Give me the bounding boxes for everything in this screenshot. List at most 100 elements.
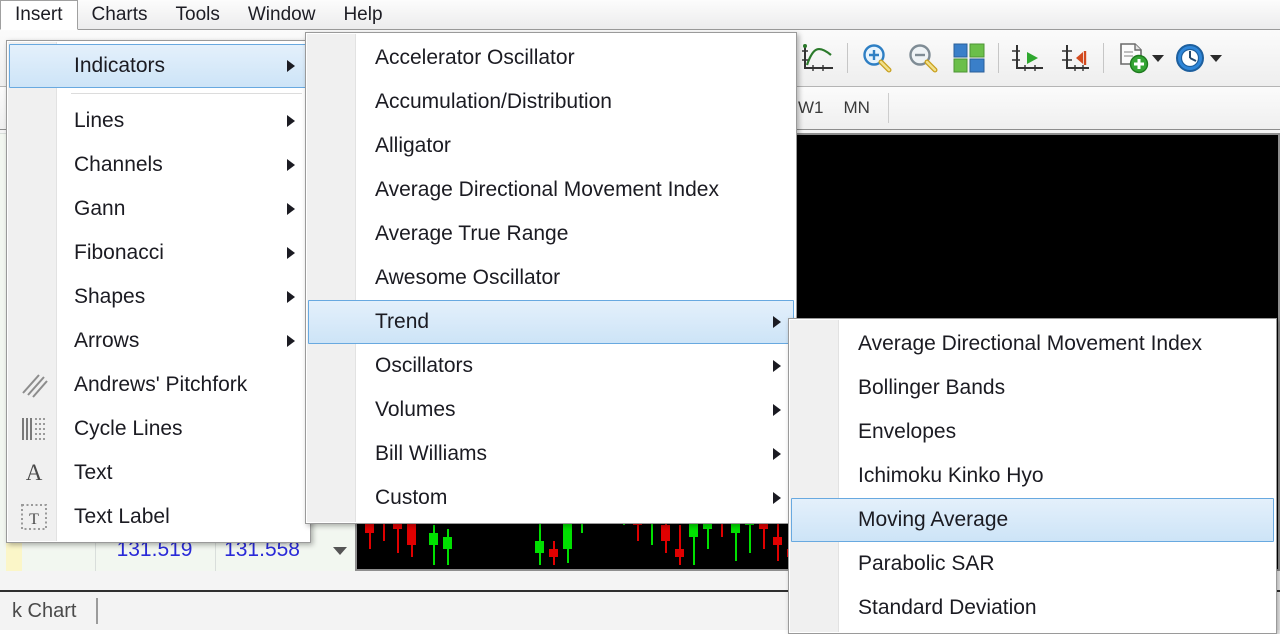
menu-indicators[interactable]: Accelerator Oscillator Accumulation/Distr… bbox=[305, 32, 797, 524]
menu-item-label: Gann bbox=[74, 197, 126, 220]
menu-item-label: Bill Williams bbox=[375, 442, 487, 465]
indicators-item-volumes[interactable]: Volumes bbox=[308, 388, 794, 432]
line-chart-icon[interactable] bbox=[795, 35, 841, 81]
submenu-arrow-icon bbox=[287, 203, 295, 215]
menu-bar: Insert Charts Tools Window Help bbox=[0, 0, 1280, 30]
chart-shift-icon[interactable] bbox=[1051, 35, 1097, 81]
status-separator bbox=[96, 598, 99, 624]
candle-body bbox=[535, 541, 544, 553]
period-dropdown-caret-icon[interactable] bbox=[1210, 54, 1222, 62]
indicators-item-trend[interactable]: Trend bbox=[308, 300, 794, 344]
candle-body bbox=[549, 549, 558, 557]
trend-item-ichimoku-kinko-hyo[interactable]: Ichimoku Kinko Hyo bbox=[791, 454, 1274, 498]
menu-item-label: Average True Range bbox=[375, 222, 569, 245]
submenu-arrow-icon bbox=[287, 60, 295, 72]
menu-item-label: Awesome Oscillator bbox=[375, 266, 561, 289]
menu-item-label: Envelopes bbox=[858, 420, 957, 443]
menu-separator bbox=[71, 93, 302, 94]
insert-item-gann[interactable]: Gann bbox=[9, 187, 308, 231]
toolbar-separator bbox=[847, 43, 848, 73]
menu-item-label: Lines bbox=[74, 109, 125, 132]
insert-item-cycle-lines[interactable]: Cycle Lines bbox=[9, 407, 308, 451]
timeframe-separator bbox=[887, 93, 889, 123]
submenu-arrow-icon bbox=[773, 448, 781, 460]
template-dropdown-caret-icon[interactable] bbox=[1152, 54, 1164, 62]
timeframe-mn[interactable]: MN bbox=[834, 93, 880, 123]
menu-item-label: Cycle Lines bbox=[74, 417, 183, 440]
market-watch-scroll-down-icon[interactable] bbox=[333, 547, 347, 555]
tile-windows-icon[interactable] bbox=[946, 35, 992, 81]
indicators-item-alligator[interactable]: Alligator bbox=[308, 124, 794, 168]
auto-scroll-icon[interactable] bbox=[1005, 35, 1051, 81]
menubar-item-label: Tools bbox=[175, 4, 220, 25]
insert-item-lines[interactable]: Lines bbox=[9, 99, 308, 143]
menubar-item-label: Insert bbox=[15, 4, 63, 25]
insert-item-shapes[interactable]: Shapes bbox=[9, 275, 308, 319]
submenu-arrow-icon bbox=[773, 404, 781, 416]
indicators-item-oscillators[interactable]: Oscillators bbox=[308, 344, 794, 388]
candle-wick bbox=[432, 525, 435, 565]
text-a-icon: A bbox=[25, 460, 43, 485]
menu-item-label: Arrows bbox=[74, 329, 140, 352]
trend-item-parabolic-sar[interactable]: Parabolic SAR bbox=[791, 542, 1274, 586]
candle-wick bbox=[678, 525, 681, 565]
menu-item-label: Average Directional Movement Index bbox=[375, 178, 719, 201]
menubar-item-help[interactable]: Help bbox=[329, 0, 396, 30]
menu-item-label: Trend bbox=[375, 310, 430, 333]
application-root: Insert Charts Tools Window Help W1 MN 13… bbox=[0, 0, 1280, 634]
toolbar-separator bbox=[1103, 43, 1104, 73]
trend-item-bollinger-bands[interactable]: Bollinger Bands bbox=[791, 366, 1274, 410]
menu-item-label: Channels bbox=[74, 153, 163, 176]
menu-item-label: Andrews' Pitchfork bbox=[74, 373, 248, 396]
menu-item-label: Ichimoku Kinko Hyo bbox=[858, 464, 1044, 487]
indicators-item-average-directional-movement-index[interactable]: Average Directional Movement Index bbox=[308, 168, 794, 212]
submenu-arrow-icon bbox=[287, 335, 295, 347]
menu-item-label: Accumulation/Distribution bbox=[375, 90, 612, 113]
menubar-item-charts[interactable]: Charts bbox=[78, 0, 162, 30]
insert-item-channels[interactable]: Channels bbox=[9, 143, 308, 187]
menu-item-label: Custom bbox=[375, 486, 448, 509]
insert-item-andrews-pitchfork[interactable]: Andrews' Pitchfork bbox=[9, 363, 308, 407]
menubar-item-tools[interactable]: Tools bbox=[162, 0, 234, 30]
candle-body bbox=[429, 533, 438, 545]
menu-item-label: Fibonacci bbox=[74, 241, 164, 264]
text-label-icon: T bbox=[18, 501, 50, 533]
indicators-item-bill-williams[interactable]: Bill Williams bbox=[308, 432, 794, 476]
indicators-item-accumulation-distribution[interactable]: Accumulation/Distribution bbox=[308, 80, 794, 124]
period-clock-icon[interactable] bbox=[1168, 35, 1214, 81]
menu-item-label: Text bbox=[74, 461, 113, 484]
trend-item-average-directional-movement-index[interactable]: Average Directional Movement Index bbox=[791, 322, 1274, 366]
menu-item-label: Moving Average bbox=[858, 508, 1009, 531]
submenu-arrow-icon bbox=[287, 291, 295, 303]
menu-item-label: Average Directional Movement Index bbox=[858, 332, 1202, 355]
menu-trend[interactable]: Average Directional Movement Index Bollin… bbox=[788, 318, 1277, 634]
trend-item-envelopes[interactable]: Envelopes bbox=[791, 410, 1274, 454]
insert-item-text[interactable]: A Text bbox=[9, 451, 308, 495]
submenu-arrow-icon bbox=[287, 159, 295, 171]
indicators-item-average-true-range[interactable]: Average True Range bbox=[308, 212, 794, 256]
menu-item-label: Text Label bbox=[74, 505, 170, 528]
new-template-icon[interactable] bbox=[1110, 35, 1156, 81]
tab-tick-chart[interactable]: k Chart bbox=[0, 592, 88, 630]
trend-item-standard-deviation[interactable]: Standard Deviation bbox=[791, 586, 1274, 630]
submenu-arrow-icon bbox=[773, 360, 781, 372]
indicators-item-accelerator-oscillator[interactable]: Accelerator Oscillator bbox=[308, 36, 794, 80]
insert-item-fibonacci[interactable]: Fibonacci bbox=[9, 231, 308, 275]
candle-body bbox=[773, 537, 782, 545]
indicators-item-custom[interactable]: Custom bbox=[308, 476, 794, 520]
menubar-item-window[interactable]: Window bbox=[234, 0, 330, 30]
insert-item-text-label[interactable]: T Text Label bbox=[9, 495, 308, 539]
insert-item-arrows[interactable]: Arrows bbox=[9, 319, 308, 363]
menu-item-label: Bollinger Bands bbox=[858, 376, 1006, 399]
zoom-in-icon[interactable] bbox=[854, 35, 900, 81]
zoom-out-icon[interactable] bbox=[900, 35, 946, 81]
menubar-item-insert[interactable]: Insert bbox=[0, 0, 78, 30]
submenu-arrow-icon bbox=[773, 492, 781, 504]
menu-item-label: Parabolic SAR bbox=[858, 552, 995, 575]
indicators-item-awesome-oscillator[interactable]: Awesome Oscillator bbox=[308, 256, 794, 300]
trend-item-moving-average[interactable]: Moving Average bbox=[791, 498, 1274, 542]
insert-item-indicators[interactable]: Indicators bbox=[9, 44, 308, 88]
menu-item-label: Shapes bbox=[74, 285, 146, 308]
candle-body bbox=[661, 525, 670, 541]
menu-insert[interactable]: Indicators Lines Channels Gann Fibonacci Shap… bbox=[6, 40, 311, 543]
